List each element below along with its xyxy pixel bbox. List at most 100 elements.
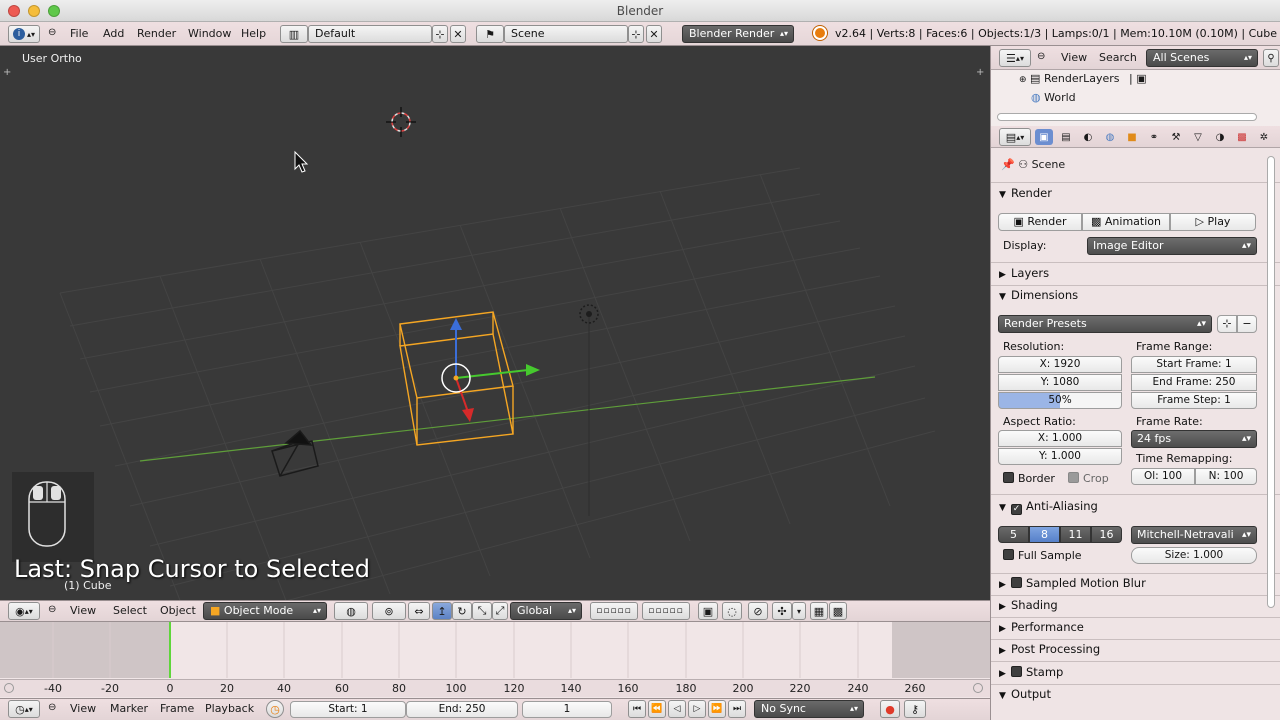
collapse-menus-icon[interactable]: ⊖ [1037,51,1045,62]
collapse-menus-icon[interactable]: ⊖ [48,702,56,713]
preview-range-button[interactable]: ◷ [266,700,284,718]
crop-checkbox[interactable]: Crop [1068,472,1109,485]
menu-window[interactable]: Window [188,27,231,40]
resolution-percentage-field[interactable]: 50% [998,392,1122,409]
current-frame-field[interactable]: 1 [522,701,612,718]
scale-manipulator-button[interactable]: ⤡ [472,602,492,620]
add-screen-button[interactable]: ⊹ [432,25,448,43]
layer-buttons-2[interactable]: ▫▫▫▫▫ [642,602,690,620]
jump-end-button[interactable]: ⏭ [728,700,746,718]
panel-motion-blur-header[interactable]: ▶ Sampled Motion Blur [999,576,1146,590]
panel-output-header[interactable]: ▼ Output [999,687,1051,701]
rotate-manipulator-button[interactable]: ↻ [452,602,472,620]
opengl-anim-button[interactable]: ▩ [829,602,847,620]
tab-data[interactable]: ▽ [1189,129,1207,145]
remove-preset-button[interactable]: − [1237,315,1257,333]
panel-post-processing-header[interactable]: ▶ Post Processing [999,642,1100,656]
play-reverse-button[interactable]: ◁ [668,700,686,718]
timeline-ruler[interactable]: -40 -20 0 20 40 60 80 100 120 140 160 18… [0,679,990,697]
manipulator-toggle[interactable]: ⇔ [408,602,430,620]
tab-render-layers[interactable]: ▤ [1057,129,1075,145]
border-checkbox[interactable]: Border [1003,472,1055,485]
tab-modifiers[interactable]: ⚒ [1167,129,1185,145]
panel-shading-header[interactable]: ▶ Shading [999,598,1058,612]
menu-file[interactable]: File [70,27,88,40]
time-remap-new-field[interactable]: N: 100 [1195,468,1257,485]
add-preset-button[interactable]: ⊹ [1217,315,1237,333]
scrollbar-left-handle[interactable] [4,683,14,693]
properties-editor[interactable]: ▤ ▴▾ ▣ ▤ ◐ ◍ ■ ⚭ ⚒ ▽ ◑ ▩ ✲ 📌 ⚇ Scene ▼ Ren… [990,126,1280,720]
orientation-dropdown[interactable]: Global ▴▾ [510,602,582,620]
lock-layers-button[interactable]: ▣ [698,602,718,620]
play-button[interactable]: ▷ [688,700,706,718]
tab-particles[interactable]: ✲ [1255,129,1273,145]
resolution-y-field[interactable]: Y: 1080 [998,374,1122,391]
opengl-render-button[interactable]: ▦ [810,602,828,620]
delete-screen-button[interactable]: ✕ [450,25,466,43]
menu-playback[interactable]: Playback [205,702,254,715]
add-scene-button[interactable]: ⊹ [628,25,644,43]
panel-stamp-header[interactable]: ▶ Stamp [999,665,1063,679]
editor-type-button[interactable]: ▤ ▴▾ [999,128,1031,146]
snap-toggle-button[interactable]: ✣ [772,602,792,620]
shading-dropdown[interactable]: ◍ [334,602,368,620]
menu-view[interactable]: View [70,702,96,715]
render-engine-dropdown[interactable]: Blender Render ▴▾ [682,25,794,43]
auto-keyframe-button[interactable]: ● [880,700,900,718]
checkbox-icon[interactable] [1011,577,1022,588]
keying-set-button[interactable]: ⚷ [904,700,926,718]
screen-layout-field[interactable]: Default [308,25,432,43]
orientation-icon-button[interactable]: ⤢ [492,602,508,620]
menu-render[interactable]: Render [137,27,176,40]
menu-help[interactable]: Help [241,27,266,40]
timeline-editor[interactable]: -40 -20 0 20 40 60 80 100 120 140 160 18… [0,622,990,698]
snap-element-button[interactable]: ▾ [792,602,806,620]
outliner-row-world[interactable]: ◍ World [1031,91,1280,109]
aa-size-field[interactable]: Size: 1.000 [1131,547,1257,564]
editor-type-button[interactable]: ◷ ▴▾ [8,700,40,718]
tab-world[interactable]: ◍ [1101,129,1119,145]
aa-samples-11[interactable]: 11 [1060,526,1091,543]
info-editor-type-button[interactable]: i ▴▾ [8,25,40,43]
menu-select[interactable]: Select [113,604,147,617]
sync-mode-dropdown[interactable]: No Sync ▴▾ [754,700,864,718]
checkbox-checked-icon[interactable]: ✓ [1011,504,1022,515]
aspect-x-field[interactable]: X: 1.000 [998,430,1122,447]
menu-marker[interactable]: Marker [110,702,148,715]
screen-layout-browse-button[interactable]: ▥ [280,25,308,43]
play-animation-button[interactable]: ▷ Play [1170,213,1256,231]
delete-scene-button[interactable]: ✕ [646,25,662,43]
3d-viewport[interactable]: + + User Ortho Last: Snap Cursor to Sele… [0,46,990,600]
editor-type-button[interactable]: ◉ ▴▾ [8,602,40,620]
region-expand-icon[interactable]: + [3,67,11,78]
editor-type-button[interactable]: ☰ ▴▾ [999,49,1031,67]
collapse-menus-icon[interactable]: ⊖ [48,604,56,615]
start-frame-field[interactable]: Start: 1 [290,701,406,718]
checkbox-icon[interactable] [1011,666,1022,677]
camera-object[interactable] [271,429,319,477]
menu-frame[interactable]: Frame [160,702,194,715]
tab-constraints[interactable]: ⚭ [1145,129,1163,145]
tab-scene[interactable]: ◐ [1079,129,1097,145]
outliner-editor[interactable]: ☰ ▴▾ ⊖ View Search All Scenes ▴▾ ⚲ ⊕ ▤ Re… [990,46,1280,126]
panel-dimensions-header[interactable]: ▼ Dimensions [999,288,1078,302]
next-keyframe-button[interactable]: ⏩ [708,700,726,718]
frame-step-field[interactable]: Frame Step: 1 [1131,392,1257,409]
outliner-search-button[interactable]: ⚲ [1263,49,1279,67]
tab-object[interactable]: ■ [1123,129,1141,145]
render-layer-button[interactable]: ◌ [722,602,742,620]
aa-samples-16[interactable]: 16 [1091,526,1122,543]
menu-add[interactable]: Add [103,27,124,40]
collapse-menus-icon[interactable]: ⊖ [48,27,56,38]
menu-view[interactable]: View [70,604,96,617]
menu-view[interactable]: View [1061,51,1087,64]
outliner-scrollbar[interactable] [997,113,1257,121]
tab-material[interactable]: ◑ [1211,129,1229,145]
proportional-edit-button[interactable]: ⊘ [748,602,768,620]
pivot-dropdown[interactable]: ⊚ [372,602,406,620]
jump-start-button[interactable]: ⏮ [628,700,646,718]
tab-render[interactable]: ▣ [1035,129,1053,145]
start-frame-field[interactable]: Start Frame: 1 [1131,356,1257,373]
aspect-y-field[interactable]: Y: 1.000 [998,448,1122,465]
pin-icon[interactable]: 📌 [1001,158,1015,171]
